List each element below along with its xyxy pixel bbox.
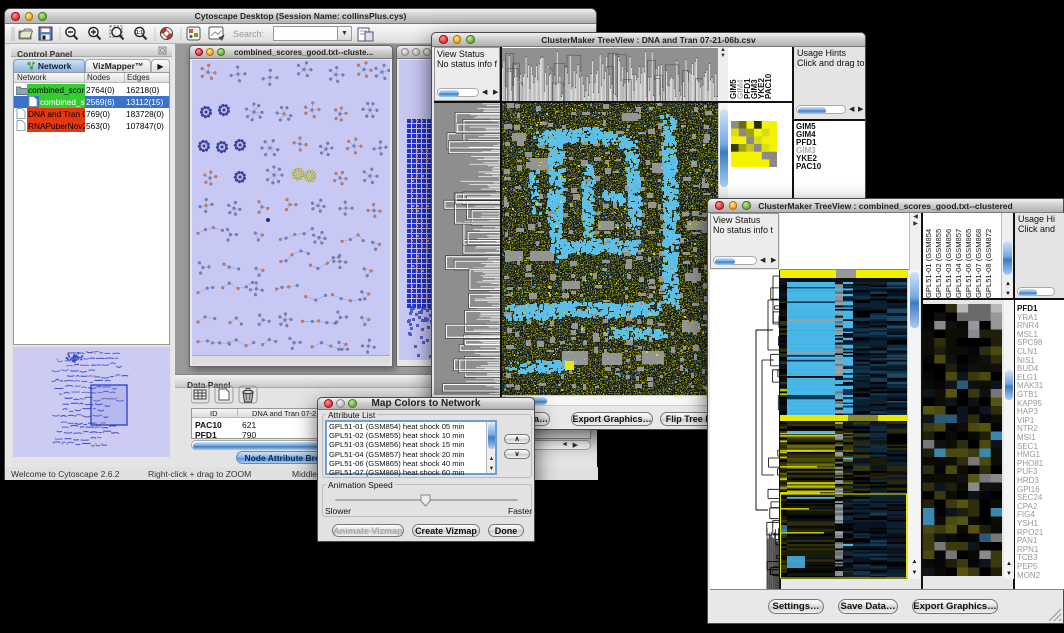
svg-text:1:1: 1:1 bbox=[136, 30, 143, 36]
svg-text:GPL51-01 (GSM854: GPL51-01 (GSM854 bbox=[924, 229, 933, 298]
svg-text:PAC10: PAC10 bbox=[764, 73, 773, 99]
svg-text:GPL51-08 (GSM872: GPL51-08 (GSM872 bbox=[984, 229, 993, 298]
svg-text:GPL51-02 (GSM855: GPL51-02 (GSM855 bbox=[934, 229, 943, 298]
svg-text:GPL51-04 (GSM857: GPL51-04 (GSM857 bbox=[954, 229, 963, 298]
svg-text:GPL51-07 (GSM868: GPL51-07 (GSM868 bbox=[974, 229, 983, 298]
svg-text:GPL51-03 (GSM856: GPL51-03 (GSM856 bbox=[944, 229, 953, 298]
svg-text:GPL51-06 (GSM865: GPL51-06 (GSM865 bbox=[964, 229, 973, 298]
